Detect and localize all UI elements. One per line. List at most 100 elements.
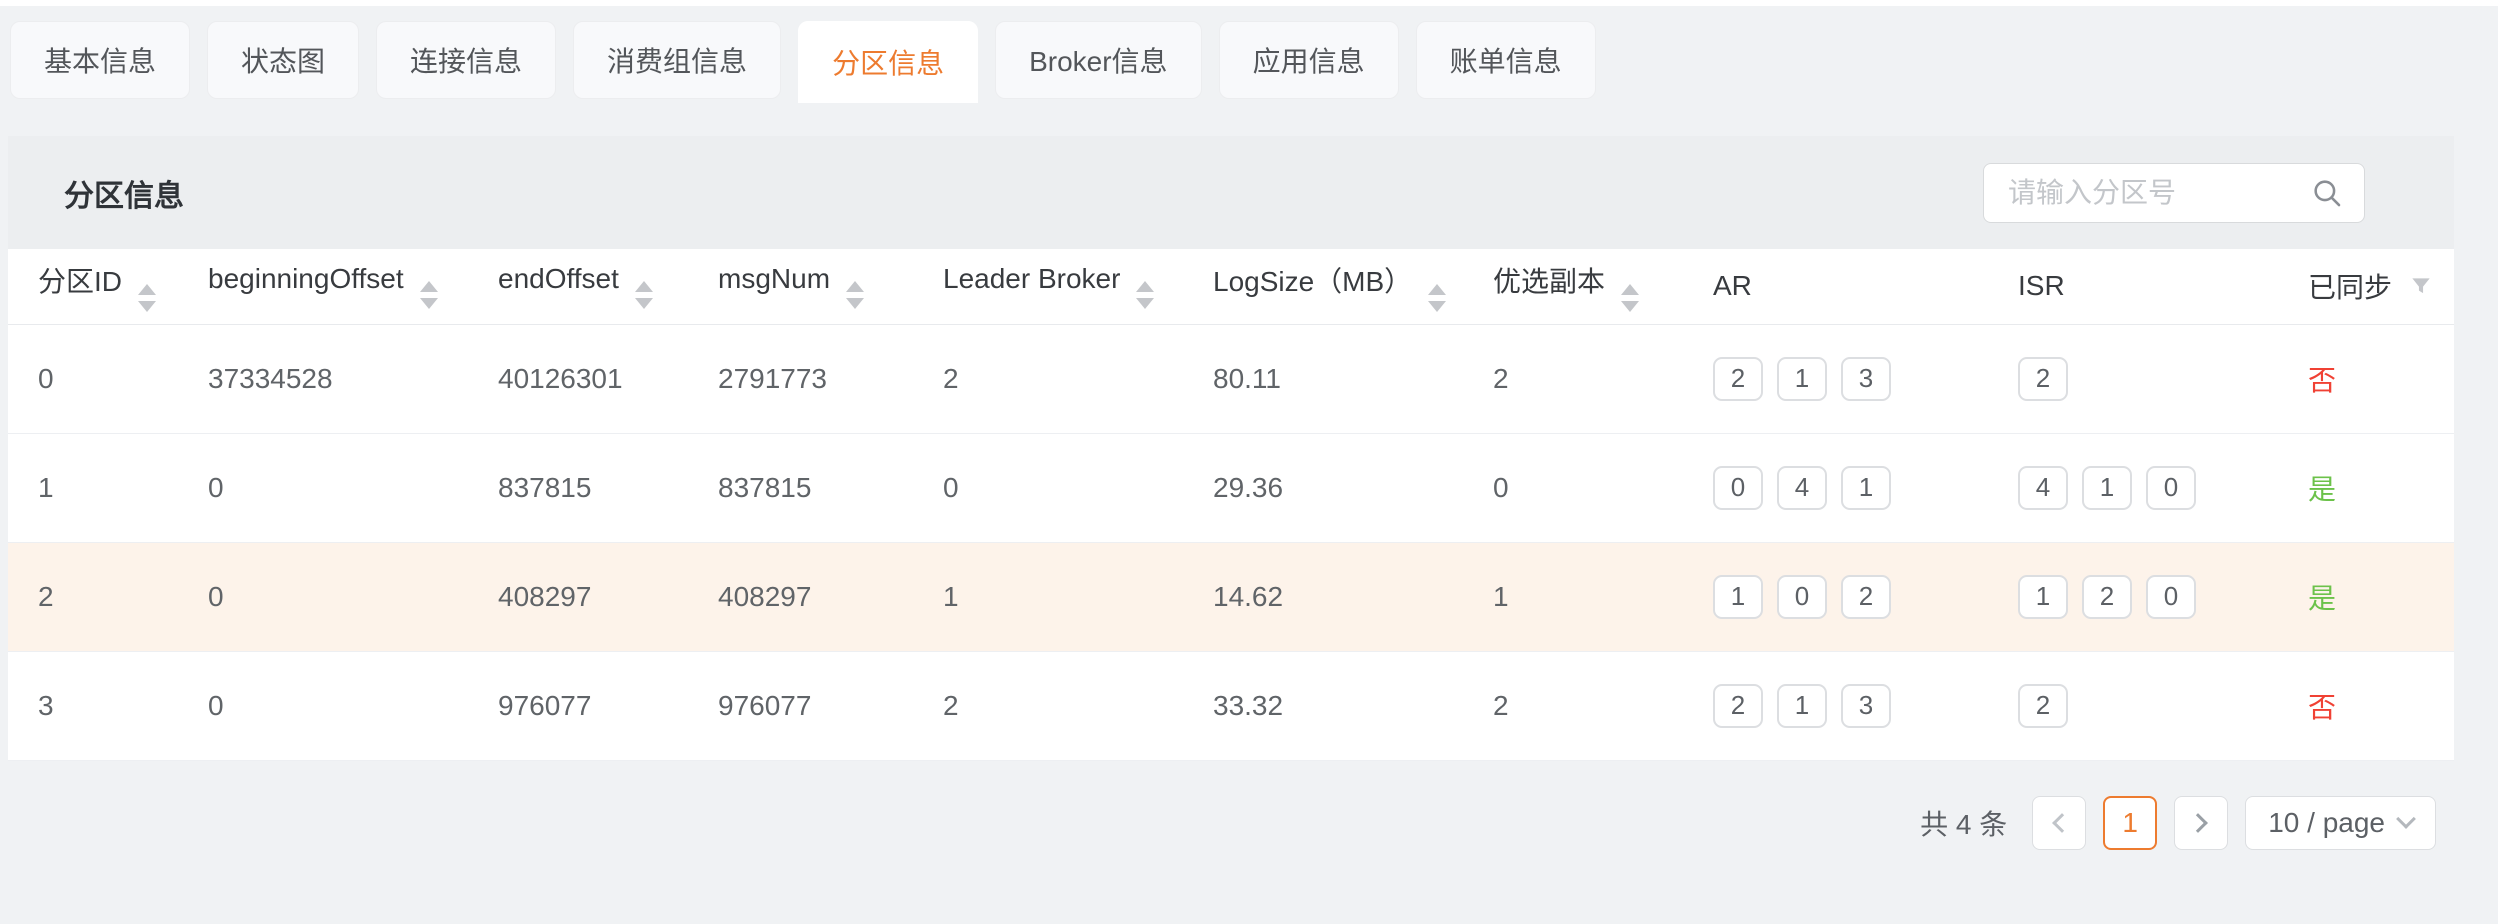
- cell-end-offset: 837815: [498, 433, 718, 542]
- cell-isr: 120: [2018, 542, 2308, 651]
- pagination-prev-button[interactable]: [2032, 796, 2086, 850]
- replica-tag: 4: [2018, 466, 2068, 510]
- replica-tag: 1: [1713, 575, 1763, 619]
- cell-beginning-offset: 37334528: [208, 324, 498, 433]
- cell-partition-id: 0: [8, 324, 208, 433]
- cell-end-offset: 40126301: [498, 324, 718, 433]
- column-header-preferred-replica[interactable]: 优选副本: [1493, 249, 1713, 324]
- table-row: 1 0 837815 837815 0 29.36 0 041 410 是: [8, 433, 2454, 542]
- cell-msg-num: 408297: [718, 542, 943, 651]
- cell-ar: 213: [1713, 651, 2018, 760]
- cell-preferred-replica: 0: [1493, 433, 1713, 542]
- cell-preferred-replica: 1: [1493, 542, 1713, 651]
- partition-search-box[interactable]: [1983, 163, 2365, 223]
- tab-connection-info[interactable]: 连接信息: [376, 21, 556, 99]
- pagination: 共 4 条 1 10 / page: [0, 796, 2436, 850]
- chevron-left-icon: [2052, 813, 2072, 833]
- cell-log-size: 33.32: [1213, 651, 1493, 760]
- cell-synced: 是: [2308, 433, 2454, 542]
- cell-isr: 2: [2018, 651, 2308, 760]
- tab-bar: 基本信息 状态图 连接信息 消费组信息 分区信息 Broker信息 应用信息 账…: [0, 6, 2498, 103]
- cell-partition-id: 3: [8, 651, 208, 760]
- tab-application-info[interactable]: 应用信息: [1219, 21, 1399, 99]
- cell-msg-num: 976077: [718, 651, 943, 760]
- replica-tag: 3: [1841, 684, 1891, 728]
- cell-ar: 041: [1713, 433, 2018, 542]
- column-header-synced[interactable]: 已同步: [2308, 249, 2454, 324]
- replica-tag: 4: [1777, 466, 1827, 510]
- pagination-next-button[interactable]: [2174, 796, 2228, 850]
- pagination-page-1[interactable]: 1: [2103, 796, 2157, 850]
- tab-partition-info[interactable]: 分区信息: [798, 21, 978, 103]
- replica-tag: 2: [1841, 575, 1891, 619]
- cell-ar: 102: [1713, 542, 2018, 651]
- tab-consumer-group-info[interactable]: 消费组信息: [573, 21, 781, 99]
- replica-tag: 2: [2018, 684, 2068, 728]
- cell-end-offset: 408297: [498, 542, 718, 651]
- sort-icon[interactable]: [1428, 284, 1446, 312]
- column-header-msg-num[interactable]: msgNum: [718, 249, 943, 324]
- cell-ar: 213: [1713, 324, 2018, 433]
- column-header-end-offset[interactable]: endOffset: [498, 249, 718, 324]
- replica-tag: 1: [2018, 575, 2068, 619]
- chevron-right-icon: [2188, 813, 2208, 833]
- filter-icon[interactable]: [2408, 274, 2434, 300]
- table-header-row: 分区ID beginningOffset endOffset msgNum Le…: [8, 249, 2454, 324]
- panel-title: 分区信息: [64, 171, 184, 215]
- cell-isr: 410: [2018, 433, 2308, 542]
- replica-tag: 1: [1841, 466, 1891, 510]
- cell-msg-num: 837815: [718, 433, 943, 542]
- tab-basic-info[interactable]: 基本信息: [10, 21, 190, 99]
- column-header-ar: AR: [1713, 249, 2018, 324]
- cell-beginning-offset: 0: [208, 433, 498, 542]
- table-row: 3 0 976077 976077 2 33.32 2 213 2 否: [8, 651, 2454, 760]
- replica-tag: 0: [1777, 575, 1827, 619]
- replica-tag: 1: [1777, 684, 1827, 728]
- sort-icon[interactable]: [635, 281, 653, 309]
- cell-leader-broker: 1: [943, 542, 1213, 651]
- replica-tag: 1: [2082, 466, 2132, 510]
- cell-synced: 是: [2308, 542, 2454, 651]
- cell-synced: 否: [2308, 324, 2454, 433]
- page-size-select[interactable]: 10 / page: [2245, 796, 2436, 850]
- sort-icon[interactable]: [846, 281, 864, 309]
- cell-end-offset: 976077: [498, 651, 718, 760]
- cell-leader-broker: 2: [943, 651, 1213, 760]
- partition-info-panel: 分区信息 分区ID beginningOffset endOffset: [8, 136, 2454, 761]
- sort-icon[interactable]: [420, 281, 438, 309]
- column-header-partition-id[interactable]: 分区ID: [8, 249, 208, 324]
- tab-status-chart[interactable]: 状态图: [207, 21, 359, 99]
- replica-tag: 0: [2146, 575, 2196, 619]
- replica-tag: 1: [1777, 357, 1827, 401]
- column-header-isr: ISR: [2018, 249, 2308, 324]
- cell-log-size: 29.36: [1213, 433, 1493, 542]
- sort-icon[interactable]: [1621, 284, 1639, 312]
- chevron-down-icon: [2396, 809, 2416, 829]
- replica-tag: 0: [1713, 466, 1763, 510]
- cell-partition-id: 1: [8, 433, 208, 542]
- search-icon[interactable]: [2310, 176, 2344, 210]
- cell-log-size: 80.11: [1213, 324, 1493, 433]
- cell-isr: 2: [2018, 324, 2308, 433]
- column-header-beginning-offset[interactable]: beginningOffset: [208, 249, 498, 324]
- column-header-log-size[interactable]: LogSize（MB）: [1213, 249, 1493, 324]
- replica-tag: 2: [2082, 575, 2132, 619]
- sort-icon[interactable]: [138, 284, 156, 312]
- tab-broker-info[interactable]: Broker信息: [995, 21, 1201, 99]
- table-row: 0 37334528 40126301 2791773 2 80.11 2 21…: [8, 324, 2454, 433]
- panel-header: 分区信息: [8, 136, 2454, 249]
- cell-synced: 否: [2308, 651, 2454, 760]
- cell-log-size: 14.62: [1213, 542, 1493, 651]
- partition-search-input[interactable]: [2008, 177, 2310, 209]
- pagination-total: 共 4 条: [1920, 803, 2007, 843]
- cell-preferred-replica: 2: [1493, 651, 1713, 760]
- cell-beginning-offset: 0: [208, 651, 498, 760]
- table-row: 2 0 408297 408297 1 14.62 1 102 120 是: [8, 542, 2454, 651]
- sort-icon[interactable]: [1136, 281, 1154, 309]
- cell-preferred-replica: 2: [1493, 324, 1713, 433]
- replica-tag: 2: [1713, 357, 1763, 401]
- column-header-leader-broker[interactable]: Leader Broker: [943, 249, 1213, 324]
- partition-table: 分区ID beginningOffset endOffset msgNum Le…: [8, 249, 2454, 761]
- tab-billing-info[interactable]: 账单信息: [1416, 21, 1596, 99]
- cell-beginning-offset: 0: [208, 542, 498, 651]
